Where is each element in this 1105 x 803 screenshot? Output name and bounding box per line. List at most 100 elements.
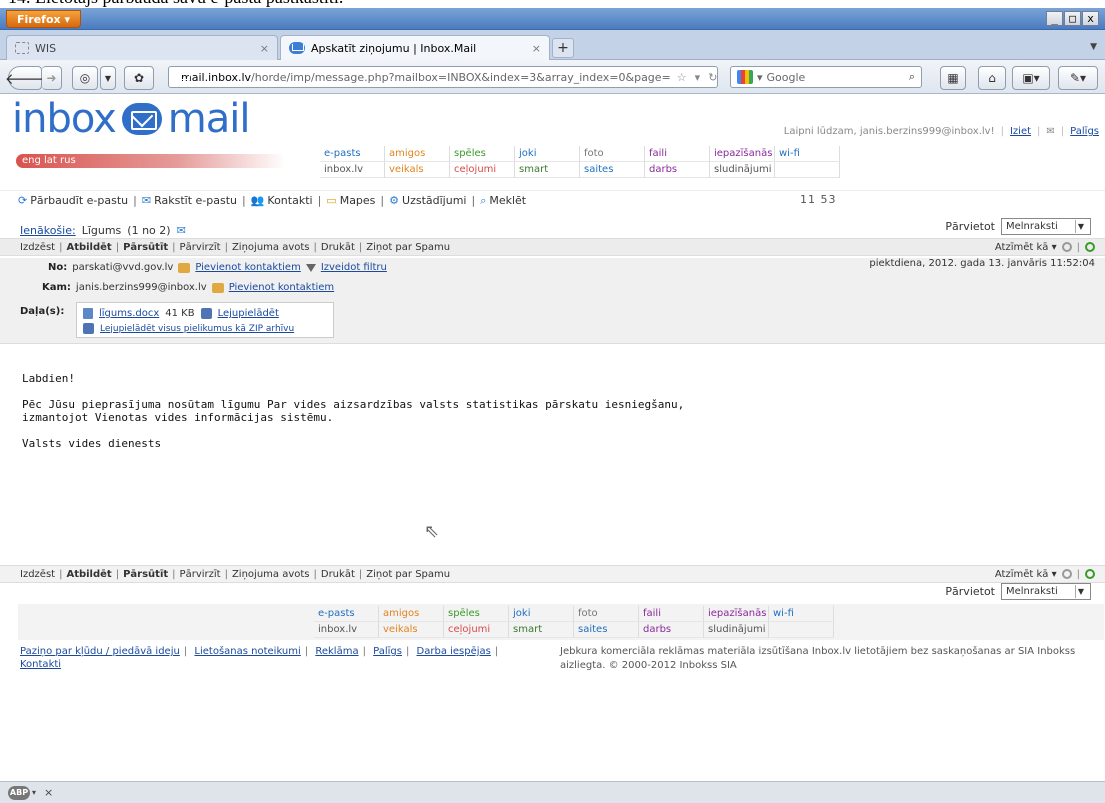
unread-toggle-icon[interactable] — [1061, 569, 1072, 579]
add-contact-link[interactable]: Pievienot kontaktiem — [195, 262, 300, 273]
move-button[interactable]: Pārvirzīt — [180, 242, 221, 253]
plugin-button[interactable]: ✿ — [124, 66, 154, 90]
address-bar[interactable]: mail.inbox.lv/horde/imp/message.php?mail… — [168, 66, 718, 88]
tab-wis[interactable]: WIS × — [6, 35, 278, 60]
close-addon-bar-icon[interactable]: × — [44, 786, 53, 799]
menu-item[interactable]: smart — [509, 622, 574, 638]
ads-link[interactable]: Reklāma — [315, 646, 358, 657]
menu-item[interactable]: joki — [515, 146, 580, 162]
menu-item[interactable]: smart — [515, 162, 580, 178]
mark-as-dropdown[interactable]: Atzīmēt kā ▾ — [995, 242, 1057, 253]
menu-item[interactable]: faili — [639, 606, 704, 622]
addon-dropdown[interactable]: ▼ — [100, 66, 116, 90]
menu-item[interactable]: wi-fi — [769, 606, 834, 622]
search-icon[interactable]: ⌕ — [909, 70, 915, 84]
minimize-button[interactable]: _ — [1046, 11, 1063, 26]
folders-button[interactable]: ▭ Mapes — [326, 194, 375, 207]
search-input[interactable]: Google — [767, 71, 806, 84]
reply-button[interactable]: Atbildēt — [66, 569, 111, 580]
delete-button[interactable]: Izdzēst — [20, 569, 55, 580]
folder-link[interactable]: Ienākošie: — [20, 224, 76, 237]
view-source-button[interactable]: Ziņojuma avots — [232, 242, 310, 253]
menu-item[interactable]: e-pasts — [314, 606, 379, 622]
tab-close-icon[interactable]: × — [532, 42, 541, 55]
menu-item[interactable]: amigos — [385, 146, 450, 162]
tab-list-chevron-icon[interactable]: ▼ — [1090, 42, 1097, 52]
settings-button[interactable]: ⚙ Uzstādījumi — [389, 194, 466, 207]
menu-item[interactable]: spēles — [450, 146, 515, 162]
extension-button[interactable]: ✎▾ — [1058, 66, 1098, 90]
reload-icon[interactable]: ↻ — [708, 71, 717, 84]
mail-icon[interactable]: ✉ — [1046, 126, 1054, 137]
help-link[interactable]: Palīgs — [373, 646, 402, 657]
menu-item[interactable]: inbox.lv — [314, 622, 379, 638]
check-mail-button[interactable]: ⟳ Pārbaudīt e-pastu — [18, 194, 128, 207]
jobs-link[interactable]: Darba iespējas — [417, 646, 491, 657]
menu-item[interactable]: sludinājumi — [704, 622, 769, 638]
search-bar[interactable]: ▾ Google ⌕ — [730, 66, 922, 88]
chevron-down-icon[interactable]: ▾ — [695, 71, 701, 84]
view-source-button[interactable]: Ziņojuma avots — [232, 569, 310, 580]
inbox-mail-logo[interactable]: inbox mail — [12, 96, 250, 142]
print-button[interactable]: Drukāt — [321, 569, 355, 580]
menu-item[interactable]: e-pasts — [320, 146, 385, 162]
back-button[interactable]: 🡐 — [5, 66, 45, 90]
reply-button[interactable]: Atbildēt — [66, 242, 111, 253]
read-toggle-icon[interactable] — [1085, 242, 1095, 252]
menu-item[interactable]: darbs — [645, 162, 710, 178]
create-filter-link[interactable]: Izveidot filtru — [321, 262, 387, 273]
move-folder-select[interactable]: Melnraksti ▼ — [1001, 583, 1091, 600]
menu-item[interactable]: darbs — [639, 622, 704, 638]
search-button[interactable]: ⌕ Meklēt — [480, 194, 526, 208]
menu-item[interactable]: sludinājumi — [710, 162, 775, 178]
delete-button[interactable]: Izdzēst — [20, 242, 55, 253]
home-button[interactable]: ⌂ — [978, 66, 1006, 90]
move-button[interactable]: Pārvirzīt — [180, 569, 221, 580]
forward-button[interactable]: ➜ — [42, 66, 62, 90]
report-spam-button[interactable]: Ziņot par Spamu — [366, 242, 450, 253]
menu-item[interactable]: iepazīšanās — [710, 146, 775, 162]
close-window-button[interactable]: x — [1082, 11, 1099, 26]
menu-item[interactable]: ceļojumi — [450, 162, 515, 178]
maximize-button[interactable]: □ — [1064, 11, 1081, 26]
forward-button[interactable]: Pārsūtīt — [123, 242, 168, 253]
download-link[interactable]: Lejupielādēt — [218, 308, 279, 319]
menu-item[interactable]: veikals — [385, 162, 450, 178]
forward-button[interactable]: Pārsūtīt — [123, 569, 168, 580]
new-tab-button[interactable]: + — [552, 38, 574, 58]
grid-button[interactable]: ▦ — [940, 66, 966, 90]
report-bug-link[interactable]: Paziņo par kļūdu / piedāvā ideju — [20, 646, 180, 657]
move-folder-select[interactable]: Melnraksti ▼ — [1001, 218, 1091, 235]
unread-toggle-icon[interactable] — [1061, 242, 1072, 252]
menu-item[interactable]: foto — [574, 606, 639, 622]
next-message-icon[interactable]: ✉ — [177, 224, 186, 237]
report-spam-button[interactable]: Ziņot par Spamu — [366, 569, 450, 580]
contacts-link[interactable]: Kontakti — [20, 659, 61, 670]
menu-item[interactable]: saites — [574, 622, 639, 638]
firefox-menu-button[interactable]: Firefox ▾ — [6, 10, 81, 28]
contacts-button[interactable]: 👥 Kontakti — [251, 194, 313, 207]
menu-item[interactable]: spēles — [444, 606, 509, 622]
adblock-icon[interactable]: ABP — [8, 785, 30, 800]
menu-item[interactable]: saites — [580, 162, 645, 178]
terms-link[interactable]: Lietošanas noteikumi — [194, 646, 300, 657]
menu-item[interactable]: amigos — [379, 606, 444, 622]
logout-link[interactable]: Iziet — [1010, 126, 1031, 137]
menu-item[interactable]: joki — [509, 606, 574, 622]
add-contact-link[interactable]: Pievienot kontaktiem — [229, 282, 334, 293]
menu-item[interactable]: faili — [645, 146, 710, 162]
mark-as-dropdown[interactable]: Atzīmēt kā ▾ — [995, 569, 1057, 580]
addon-button[interactable]: ◎ — [72, 66, 98, 90]
tab-close-icon[interactable]: × — [260, 42, 269, 55]
download-all-link[interactable]: Lejupielādēt visus pielikumus kā ZIP arh… — [100, 324, 294, 334]
menu-item[interactable]: iepazīšanās — [704, 606, 769, 622]
bookmark-star-icon[interactable]: ☆ — [677, 71, 687, 84]
menu-item[interactable]: foto — [580, 146, 645, 162]
print-button[interactable]: Drukāt — [321, 242, 355, 253]
downloads-button[interactable]: ▣▾ — [1012, 66, 1050, 90]
menu-item[interactable]: veikals — [379, 622, 444, 638]
tab-inbox-mail[interactable]: Apskatīt ziņojumu | Inbox.Mail × — [280, 35, 550, 60]
menu-item[interactable]: wi-fi — [775, 146, 840, 162]
help-link[interactable]: Palīgs — [1070, 126, 1099, 137]
attachment-link[interactable]: līgums.docx — [99, 308, 159, 319]
